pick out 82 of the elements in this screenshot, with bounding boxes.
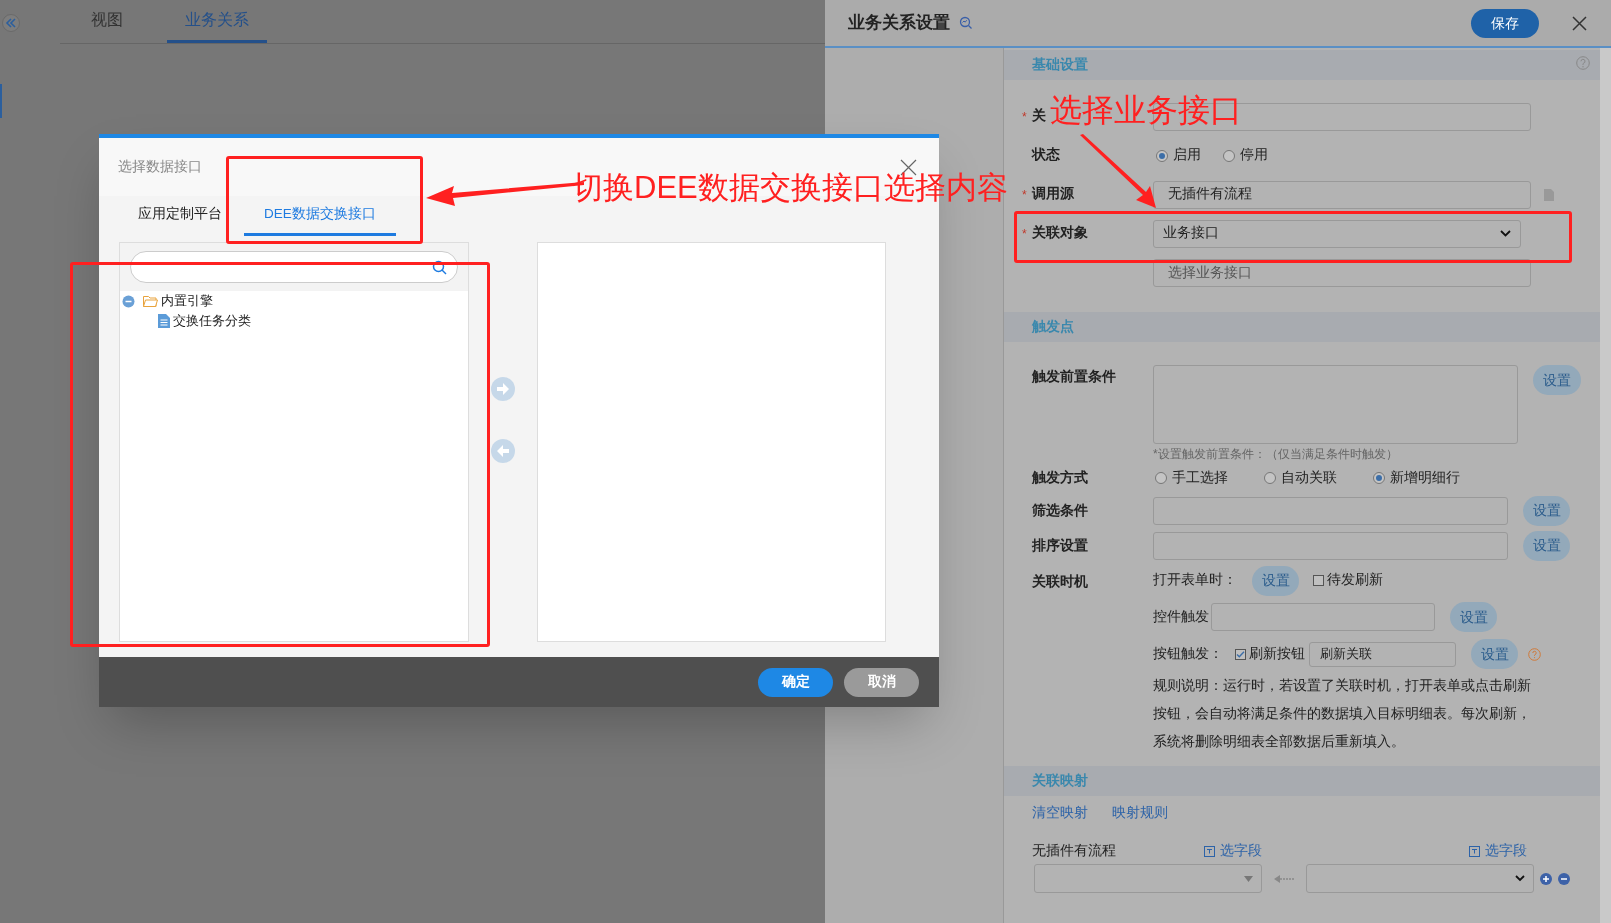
select-field[interactable]: [1034, 864, 1262, 893]
scrollbar[interactable]: [1600, 48, 1611, 923]
dialog-tab[interactable]: 应用定制平台: [138, 196, 222, 236]
document-icon: [158, 314, 170, 328]
text-area[interactable]: [1153, 365, 1518, 444]
input-field[interactable]: 无插件有流程: [1153, 180, 1531, 209]
pick-field-button[interactable]: 选字段: [1469, 840, 1527, 862]
section-header: 关联映射: [1004, 766, 1600, 796]
help-icon[interactable]: [1576, 56, 1590, 70]
close-icon[interactable]: [1572, 15, 1587, 31]
field-label: 触发前置条件: [1032, 368, 1116, 386]
link[interactable]: 清空映射: [1032, 803, 1088, 824]
field-list-icon: [1469, 845, 1480, 857]
cancel-button[interactable]: 取消: [844, 667, 919, 697]
required-mark: *: [1022, 108, 1027, 126]
annotation-text: 选择业务接口: [1050, 91, 1242, 130]
link[interactable]: 映射规则: [1112, 803, 1168, 824]
field-label: 调用源: [1032, 185, 1074, 204]
field-label: 关联对象: [1032, 224, 1088, 243]
field-label: 筛选条件: [1032, 502, 1088, 520]
dialog-title: 选择数据接口: [118, 157, 202, 176]
set-button[interactable]: 设置: [1471, 639, 1518, 669]
save-button[interactable]: 保存: [1471, 8, 1539, 38]
folder-icon: [143, 295, 158, 307]
set-button[interactable]: 设置: [1523, 495, 1570, 526]
field-label: 控件触发: [1153, 607, 1209, 626]
chevron-down-icon: [1500, 230, 1511, 237]
panel-title: 业务关系设置: [848, 12, 950, 35]
confirm-button[interactable]: 确定: [758, 667, 833, 697]
caret-down-icon: [1244, 875, 1253, 882]
field-list-icon: [1204, 845, 1215, 857]
radio-option[interactable]: 停用: [1223, 145, 1268, 166]
tree-item[interactable]: 交换任务分类: [173, 311, 251, 331]
field-label: 关联时机: [1032, 573, 1088, 591]
radio-option[interactable]: 启用: [1156, 145, 1201, 166]
field-label: 触发方式: [1032, 468, 1088, 487]
required-mark: *: [1022, 225, 1027, 243]
search-icon: [432, 259, 447, 275]
set-button[interactable]: 设置: [1533, 365, 1581, 395]
select-field[interactable]: 业务接口: [1153, 219, 1521, 248]
radio-option[interactable]: 手工选择: [1155, 467, 1228, 489]
required-mark: *: [1022, 186, 1027, 204]
set-button[interactable]: 设置: [1450, 602, 1497, 632]
field-label: 关: [1032, 107, 1046, 126]
chevron-down-icon: [1515, 875, 1525, 882]
check-icon: [1236, 649, 1245, 659]
input-field[interactable]: 刷新关联: [1309, 641, 1456, 667]
dialog-tab[interactable]: DEE数据交换接口: [244, 196, 396, 236]
input-field[interactable]: [1153, 531, 1508, 560]
radio-option[interactable]: 新增明细行: [1373, 467, 1460, 489]
search-field[interactable]: [130, 251, 458, 283]
search-icon[interactable]: [959, 16, 973, 30]
pick-field-button[interactable]: 选字段: [1204, 840, 1262, 862]
input-field[interactable]: 选择业务接口: [1153, 258, 1531, 287]
field-label: 状态: [1032, 146, 1060, 165]
collapse-icon[interactable]: [2, 14, 20, 32]
radio-option[interactable]: 自动关联: [1264, 467, 1337, 489]
section-header: 触发点: [1004, 312, 1600, 342]
input-field[interactable]: [1211, 603, 1435, 631]
field-label: 排序设置: [1032, 537, 1088, 555]
add-icon[interactable]: [1540, 872, 1552, 885]
arrow-right-icon[interactable]: [491, 377, 515, 401]
field-label: 无插件有流程: [1032, 841, 1117, 860]
document-icon[interactable]: [1544, 188, 1554, 201]
arrow-left-icon[interactable]: [491, 439, 515, 463]
help-icon[interactable]: [1528, 647, 1541, 661]
section-header: 基础设置: [1004, 50, 1600, 80]
field-label: 按钮触发：: [1153, 644, 1223, 663]
set-button[interactable]: 设置: [1252, 565, 1299, 596]
input-field[interactable]: [1153, 496, 1508, 525]
checkbox[interactable]: 刷新按钮: [1235, 643, 1305, 665]
arrow-left-icon: [1274, 874, 1294, 883]
remove-icon[interactable]: [1558, 872, 1570, 885]
collapse-icon[interactable]: [122, 294, 135, 308]
tree-item[interactable]: 内置引擎: [161, 291, 213, 311]
rule-description: 规则说明：运行时，若设置了关联时机，打开表单或点击刷新按钮，会自动将满足条件的数据填入目标明细表。每次刷新，系统将删除明细表全部数据后重新填入。: [1153, 677, 1532, 751]
field-label: 打开表单时：: [1153, 571, 1237, 590]
checkbox[interactable]: 待发刷新: [1313, 570, 1383, 591]
hint-text: *设置触发前置条件：（仅当满足条件时触发）: [1153, 446, 1399, 463]
nav-tab[interactable]: 视图: [73, 0, 141, 43]
set-button[interactable]: 设置: [1523, 530, 1570, 561]
select-field[interactable]: [1306, 864, 1534, 893]
